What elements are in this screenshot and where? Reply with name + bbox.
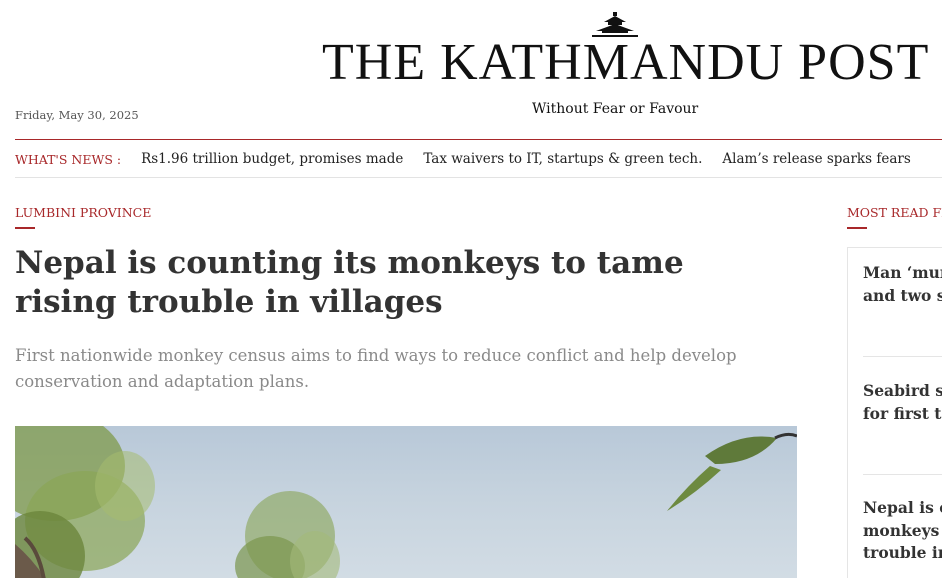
most-read-underline [847, 227, 867, 229]
whats-news-bar: WHAT'S NEWS : Rs1.96 trillion budget, pr… [15, 148, 942, 170]
most-read-divider [863, 474, 942, 475]
most-read-item[interactable]: Seabird sp for first ti [863, 380, 942, 425]
most-read-divider [863, 356, 942, 357]
site-tagline: Without Fear or Favour [532, 101, 699, 117]
most-read-label: MOST READ FR [847, 205, 942, 220]
site-logo-title[interactable]: THE KATHMANDU POST [322, 35, 928, 91]
news-bar-top-rule [15, 139, 942, 140]
page: THE KATHMANDU POST Without Fear or Favou… [0, 0, 942, 578]
whats-news-link[interactable]: Rs1.96 trillion budget, promises made [141, 151, 403, 167]
article-headline: Nepal is counting its monkeys to tame ri… [15, 245, 684, 320]
news-bar-bottom-rule [15, 177, 942, 178]
current-date: Friday, May 30, 2025 [15, 108, 139, 122]
whats-news-link[interactable]: Tax waivers to IT, startups & green tech… [423, 151, 702, 167]
section-underline [15, 227, 35, 229]
most-read-item[interactable]: Man ‘mur and two st [863, 262, 942, 307]
whats-news-link[interactable]: Alam’s release sparks fears [722, 151, 910, 167]
article-subheadline: First nationwide monkey census aims to f… [15, 346, 737, 391]
whats-news-label: WHAT'S NEWS : [15, 151, 122, 167]
article-photo [15, 426, 797, 578]
article-section-link[interactable]: LUMBINI PROVINCE [15, 205, 151, 220]
article-photo-image [15, 426, 797, 578]
most-read-item[interactable]: Nepal is co monkeys t trouble in [863, 497, 942, 565]
